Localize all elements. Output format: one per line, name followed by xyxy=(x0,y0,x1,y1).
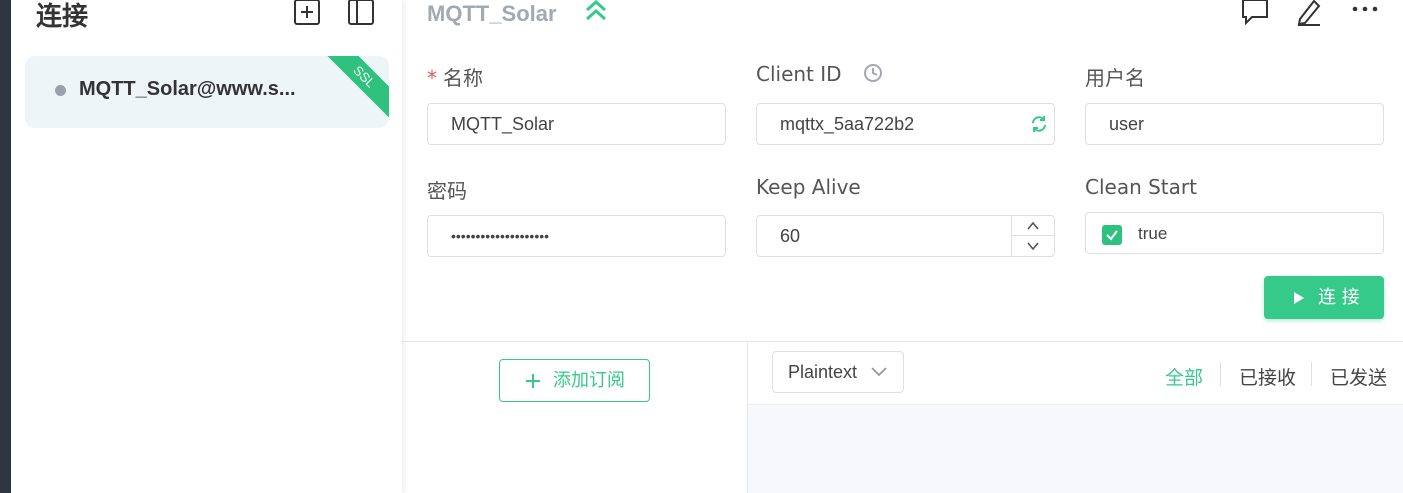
keep-alive-input[interactable]: 60 xyxy=(756,215,1055,257)
play-icon xyxy=(1294,292,1304,304)
connection-status-dot xyxy=(55,85,66,96)
name-input[interactable]: MQTT_Solar xyxy=(427,103,726,145)
main-panel: MQTT_Solar * 名称 MQTT_Solar Client ID mqtt… xyxy=(402,0,1403,493)
add-subscription-label: 添加订阅 xyxy=(553,370,625,391)
connection-title: MQTT_Solar xyxy=(427,1,557,26)
password-input[interactable]: •••••••••••••••••••• xyxy=(427,215,726,257)
filter-tab-all[interactable]: 全部 xyxy=(1165,363,1203,390)
name-label-text: 名称 xyxy=(443,66,483,90)
client-id-value: mqttx_5aa722b2 xyxy=(780,114,915,134)
message-list[interactable] xyxy=(748,404,1403,493)
connect-button[interactable]: 连 接 xyxy=(1264,276,1384,319)
sidebar-title: 连接 xyxy=(36,2,89,32)
client-id-label-text: Client ID xyxy=(756,62,842,86)
username-input[interactable]: user xyxy=(1085,103,1384,145)
chevron-up-icon xyxy=(1027,221,1039,230)
more-icon[interactable] xyxy=(1350,0,1380,27)
username-value: user xyxy=(1109,114,1145,134)
clean-start-field[interactable]: true xyxy=(1085,212,1384,254)
clean-start-checkbox[interactable] xyxy=(1102,225,1122,245)
decrement-button[interactable] xyxy=(1012,236,1054,256)
clean-start-label: Clean Start xyxy=(1085,175,1197,199)
sidebar-layout-icon[interactable] xyxy=(347,0,375,26)
section-divider xyxy=(402,341,1403,342)
clock-icon[interactable] xyxy=(862,62,884,84)
filter-separator xyxy=(1311,362,1312,386)
double-chevron-up-icon[interactable] xyxy=(583,0,609,24)
clean-start-value: true xyxy=(1138,224,1168,243)
client-id-label: Client ID xyxy=(756,62,882,86)
connection-item[interactable]: MQTT_Solar@www.s... SSL xyxy=(25,56,389,128)
keep-alive-value: 60 xyxy=(780,226,801,246)
increment-button[interactable] xyxy=(1012,216,1054,236)
checkmark-icon xyxy=(1106,230,1118,241)
connection-name: MQTT_Solar@www.s... xyxy=(79,78,296,100)
connect-button-label: 连 接 xyxy=(1318,287,1360,308)
payload-format-select[interactable]: Plaintext xyxy=(772,351,904,393)
filter-tab-received[interactable]: 已接收 xyxy=(1239,363,1296,390)
ssl-badge: SSL xyxy=(317,56,389,124)
comment-icon[interactable] xyxy=(1240,0,1270,27)
connections-sidebar: 连接 MQTT_Solar@www.s... SSL xyxy=(11,0,402,493)
password-value: •••••••••••••••••••• xyxy=(451,228,550,244)
add-subscription-button[interactable]: 添加订阅 xyxy=(499,359,650,402)
chevron-down-icon xyxy=(1027,242,1039,251)
keep-alive-label: Keep Alive xyxy=(756,175,861,199)
refresh-icon[interactable] xyxy=(1030,115,1048,133)
edit-icon[interactable] xyxy=(1294,0,1324,27)
chevron-down-icon xyxy=(871,367,887,377)
app-window: 连接 MQTT_Solar@www.s... SSL MQTT_Solar * … xyxy=(0,0,1403,493)
left-rail xyxy=(0,0,11,493)
filter-tab-sent[interactable]: 已发送 xyxy=(1330,363,1387,390)
name-value: MQTT_Solar xyxy=(451,114,555,134)
payload-format-value: Plaintext xyxy=(788,362,858,382)
plus-icon xyxy=(526,374,540,388)
plus-square-icon[interactable] xyxy=(293,0,321,26)
client-id-input[interactable]: mqttx_5aa722b2 xyxy=(756,103,1055,145)
username-label: 用户名 xyxy=(1085,66,1145,90)
keep-alive-stepper xyxy=(1011,216,1054,256)
required-mark: * xyxy=(427,66,437,90)
name-label: * 名称 xyxy=(427,62,483,91)
password-label: 密码 xyxy=(427,179,467,203)
filter-separator xyxy=(1220,362,1221,386)
